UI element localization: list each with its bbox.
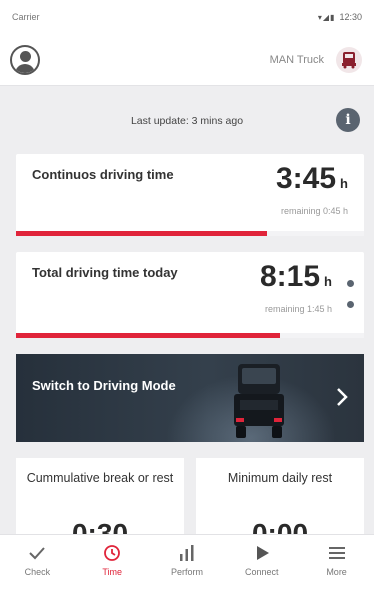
min-daily-rest-card[interactable]: Minimum daily rest 0:00 xyxy=(196,458,364,549)
continuous-driving-value: 3:45 xyxy=(276,162,337,195)
status-bar: Carrier ▾◢▮ 12:30 xyxy=(0,0,374,34)
tab-perform[interactable]: Perform xyxy=(157,543,217,577)
total-driving-card[interactable]: Total driving time today 8:15 h remainin… xyxy=(16,252,364,338)
continuous-driving-unit: h xyxy=(340,176,348,191)
tab-time[interactable]: Time xyxy=(82,543,142,577)
continuous-driving-progress xyxy=(16,231,364,236)
continuous-driving-progress-fill xyxy=(16,231,267,236)
continuous-driving-card[interactable]: Continuos driving time 3:45 h remaining … xyxy=(16,154,364,236)
tab-more-label: More xyxy=(326,567,347,577)
last-update-row: Last update: 3 mins ago i xyxy=(0,100,374,142)
tab-check-label: Check xyxy=(24,567,51,577)
total-driving-value: 8:15 xyxy=(260,260,321,293)
info-icon[interactable]: i xyxy=(336,108,360,132)
clock-time: 12:30 xyxy=(339,12,362,22)
tab-connect[interactable]: Connect xyxy=(232,543,292,577)
menu-icon xyxy=(326,543,348,563)
min-daily-rest-title: Minimum daily rest xyxy=(227,471,333,485)
total-driving-progress-fill xyxy=(16,333,281,338)
app-bar: MAN Truck xyxy=(0,34,374,86)
clock-icon xyxy=(101,543,123,563)
status-indicators: ▾◢▮ 12:30 xyxy=(318,12,362,22)
total-driving-unit: h xyxy=(324,274,332,289)
total-driving-remaining: remaining 1:45 h xyxy=(264,304,332,314)
continuous-driving-remaining: remaining 0:45 h xyxy=(280,206,348,216)
tab-perform-label: Perform xyxy=(170,567,203,577)
cumulative-break-title: Cummulative break or rest xyxy=(26,471,174,485)
vehicle-selector[interactable]: MAN Truck xyxy=(269,46,362,73)
total-driving-time: 8:15 h xyxy=(260,260,332,294)
vehicle-name: MAN Truck xyxy=(269,53,324,66)
continuous-driving-time: 3:45 h xyxy=(276,162,348,196)
last-update-text: Last update: 3 mins ago xyxy=(130,115,244,127)
cumulative-break-card[interactable]: Cummulative break or rest 0:30 xyxy=(16,458,184,549)
page-dots-icon[interactable] xyxy=(344,280,356,308)
tab-connect-label: Connect xyxy=(245,567,279,577)
switch-driving-mode-label: Switch to Driving Mode xyxy=(32,378,176,393)
switch-driving-mode-button[interactable]: Switch to Driving Mode xyxy=(16,354,364,442)
bottom-tab-bar: Check Time Perform Connect More xyxy=(0,534,374,592)
tab-more[interactable]: More xyxy=(307,543,367,577)
chevron-right-icon xyxy=(337,388,348,406)
signal-battery-icons: ▾◢▮ xyxy=(317,12,336,22)
bar-chart-icon xyxy=(176,543,198,563)
truck-icon xyxy=(336,46,362,73)
tab-check[interactable]: Check xyxy=(7,543,67,577)
truck-front-icon xyxy=(234,364,284,438)
total-driving-progress xyxy=(16,333,364,338)
total-driving-label: Total driving time today xyxy=(32,265,178,280)
play-icon xyxy=(251,543,273,563)
carrier-label: Carrier xyxy=(12,12,40,22)
continuous-driving-label: Continuos driving time xyxy=(32,167,174,182)
user-avatar-icon[interactable] xyxy=(10,44,40,75)
check-icon xyxy=(26,543,48,563)
tab-time-label: Time xyxy=(102,567,123,577)
